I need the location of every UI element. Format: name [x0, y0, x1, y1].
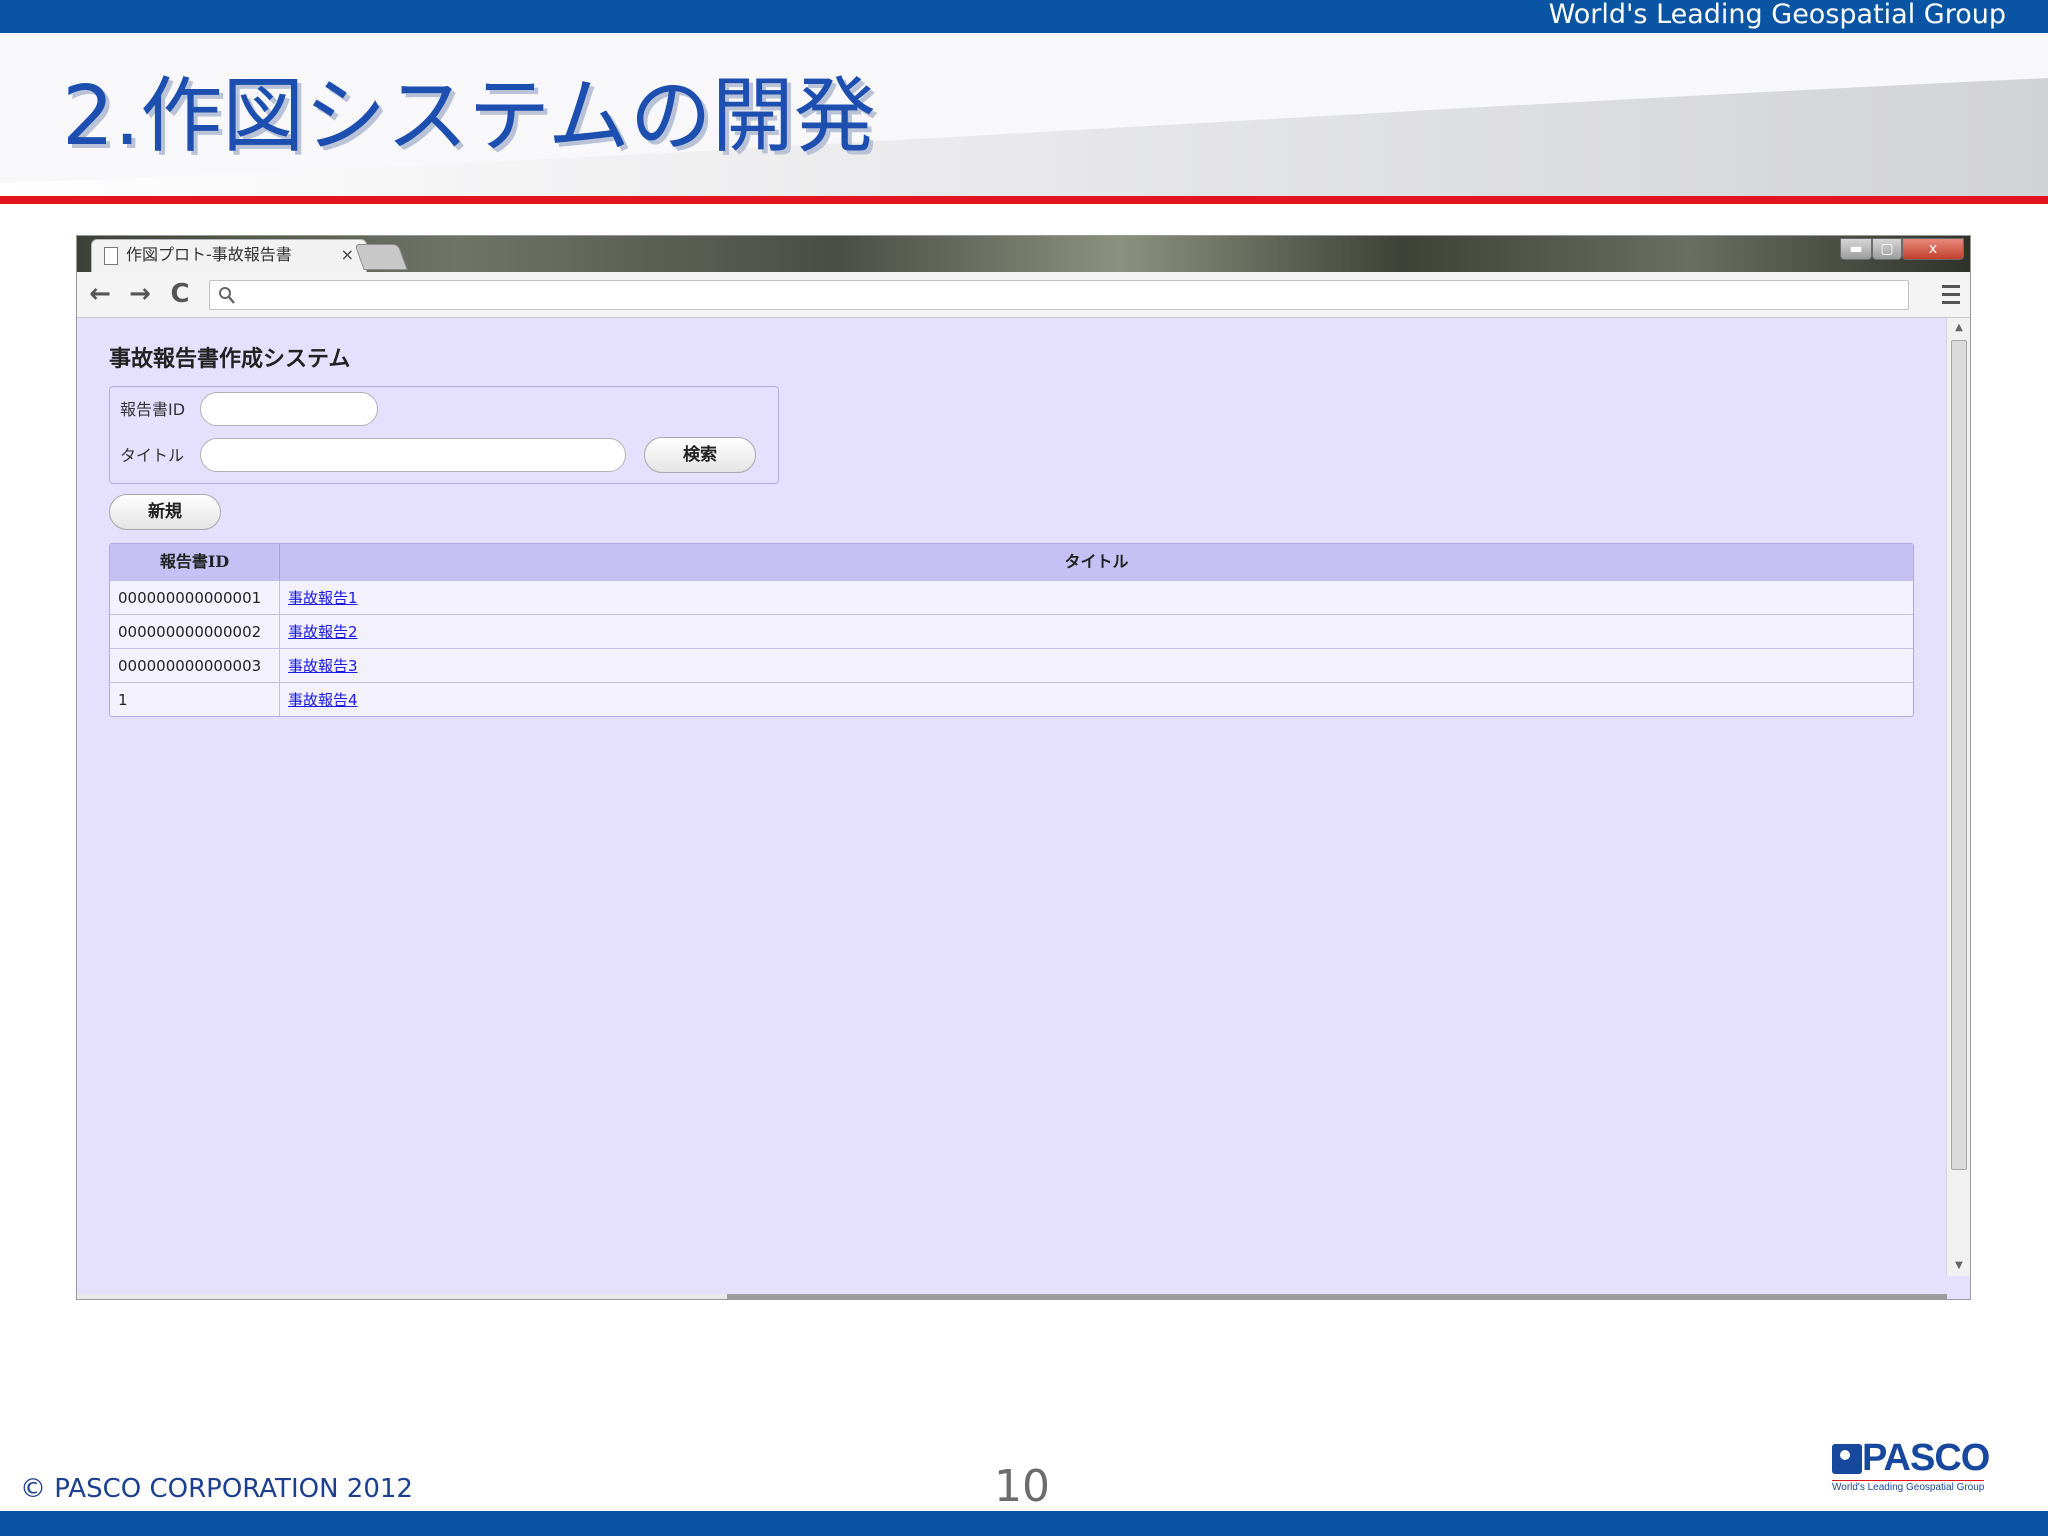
row-report-id: 000000000000002: [110, 615, 280, 648]
new-tab-button[interactable]: [354, 244, 408, 270]
scroll-up-arrow-icon[interactable]: ▲: [1947, 322, 1970, 334]
horizontal-scroll-thumb[interactable]: [727, 1294, 1947, 1299]
horizontal-scrollbar[interactable]: [77, 1294, 1947, 1299]
row-title-link[interactable]: 事故報告3: [288, 657, 358, 675]
row-title-link[interactable]: 事故報告1: [288, 589, 358, 607]
table-row: 000000000000001 事故報告1: [110, 580, 1913, 614]
slide: World's Leading Geospatial Group 2.作図システ…: [0, 0, 2048, 1536]
slide-title-number: 2.: [62, 69, 141, 164]
row-title-link[interactable]: 事故報告2: [288, 623, 358, 641]
report-id-input[interactable]: [200, 392, 378, 426]
browser-window: 作図プロト-事故報告書 × ▬ ▢ x ← → C 事故報告書作成システム 報告…: [76, 235, 1971, 1300]
scroll-thumb[interactable]: [1951, 340, 1967, 1170]
close-tab-icon[interactable]: ×: [341, 244, 354, 266]
table-row: 000000000000003 事故報告3: [110, 648, 1913, 682]
search-icon: [219, 287, 235, 304]
new-button[interactable]: 新規: [109, 494, 221, 530]
header-divider: [0, 196, 2048, 204]
table-header: 報告書ID タイトル: [110, 544, 1913, 580]
menu-icon[interactable]: [1938, 280, 1964, 308]
top-bar: World's Leading Geospatial Group: [0, 0, 2048, 33]
tagline: World's Leading Geospatial Group: [1548, 0, 2006, 30]
reload-icon[interactable]: C: [165, 279, 195, 309]
logo-tagline: World's Leading Geospatial Group: [1832, 1480, 1985, 1493]
maximize-button[interactable]: ▢: [1872, 238, 1902, 260]
logo-mark-icon: [1832, 1444, 1862, 1474]
close-window-button[interactable]: x: [1902, 238, 1964, 260]
bottom-bar: [0, 1511, 2048, 1536]
column-header-title[interactable]: タイトル: [280, 544, 1913, 580]
report-id-label: 報告書ID: [120, 400, 186, 419]
row-title-link[interactable]: 事故報告4: [288, 691, 358, 709]
search-button[interactable]: 検索: [644, 437, 756, 473]
page-content: 事故報告書作成システム 報告書ID タイトル 検索 新規 報告書ID タイトル …: [77, 318, 1947, 1278]
pasco-logo: PASCO World's Leading Geospatial Group: [1828, 1437, 1996, 1496]
address-bar[interactable]: [209, 280, 1909, 310]
report-table: 報告書ID タイトル 000000000000001 事故報告1 0000000…: [109, 543, 1914, 717]
tab-label: 作図プロト-事故報告書: [126, 245, 292, 264]
scroll-down-arrow-icon[interactable]: ▼: [1947, 1260, 1970, 1272]
row-report-id: 000000000000001: [110, 581, 280, 614]
forward-arrow-icon[interactable]: →: [125, 279, 155, 309]
title-input[interactable]: [200, 438, 626, 472]
browser-toolbar: ← → C: [77, 272, 1970, 318]
slide-title-text: 作図システムの開発: [140, 69, 876, 164]
app-title: 事故報告書作成システム: [109, 346, 351, 372]
search-panel: 報告書ID タイトル 検索: [109, 386, 779, 484]
logo-text: PASCO: [1862, 1437, 1990, 1479]
page-icon: [104, 247, 118, 265]
slide-title: 2.作図システムの開発: [62, 62, 876, 172]
table-row: 1 事故報告4: [110, 682, 1913, 716]
copyright: © PASCO CORPORATION 2012: [20, 1474, 413, 1504]
title-label: タイトル: [120, 446, 185, 465]
table-row: 000000000000002 事故報告2: [110, 614, 1913, 648]
back-arrow-icon[interactable]: ←: [85, 279, 115, 309]
minimize-button[interactable]: ▬: [1840, 238, 1872, 260]
column-header-report-id[interactable]: 報告書ID: [110, 544, 280, 580]
vertical-scrollbar[interactable]: ▲ ▼: [1946, 318, 1970, 1276]
browser-tab[interactable]: 作図プロト-事故報告書 ×: [91, 239, 367, 272]
tab-strip: 作図プロト-事故報告書 × ▬ ▢ x: [77, 236, 1970, 272]
row-report-id: 1: [110, 683, 280, 716]
page-number: 10: [994, 1461, 1050, 1512]
row-report-id: 000000000000003: [110, 649, 280, 682]
